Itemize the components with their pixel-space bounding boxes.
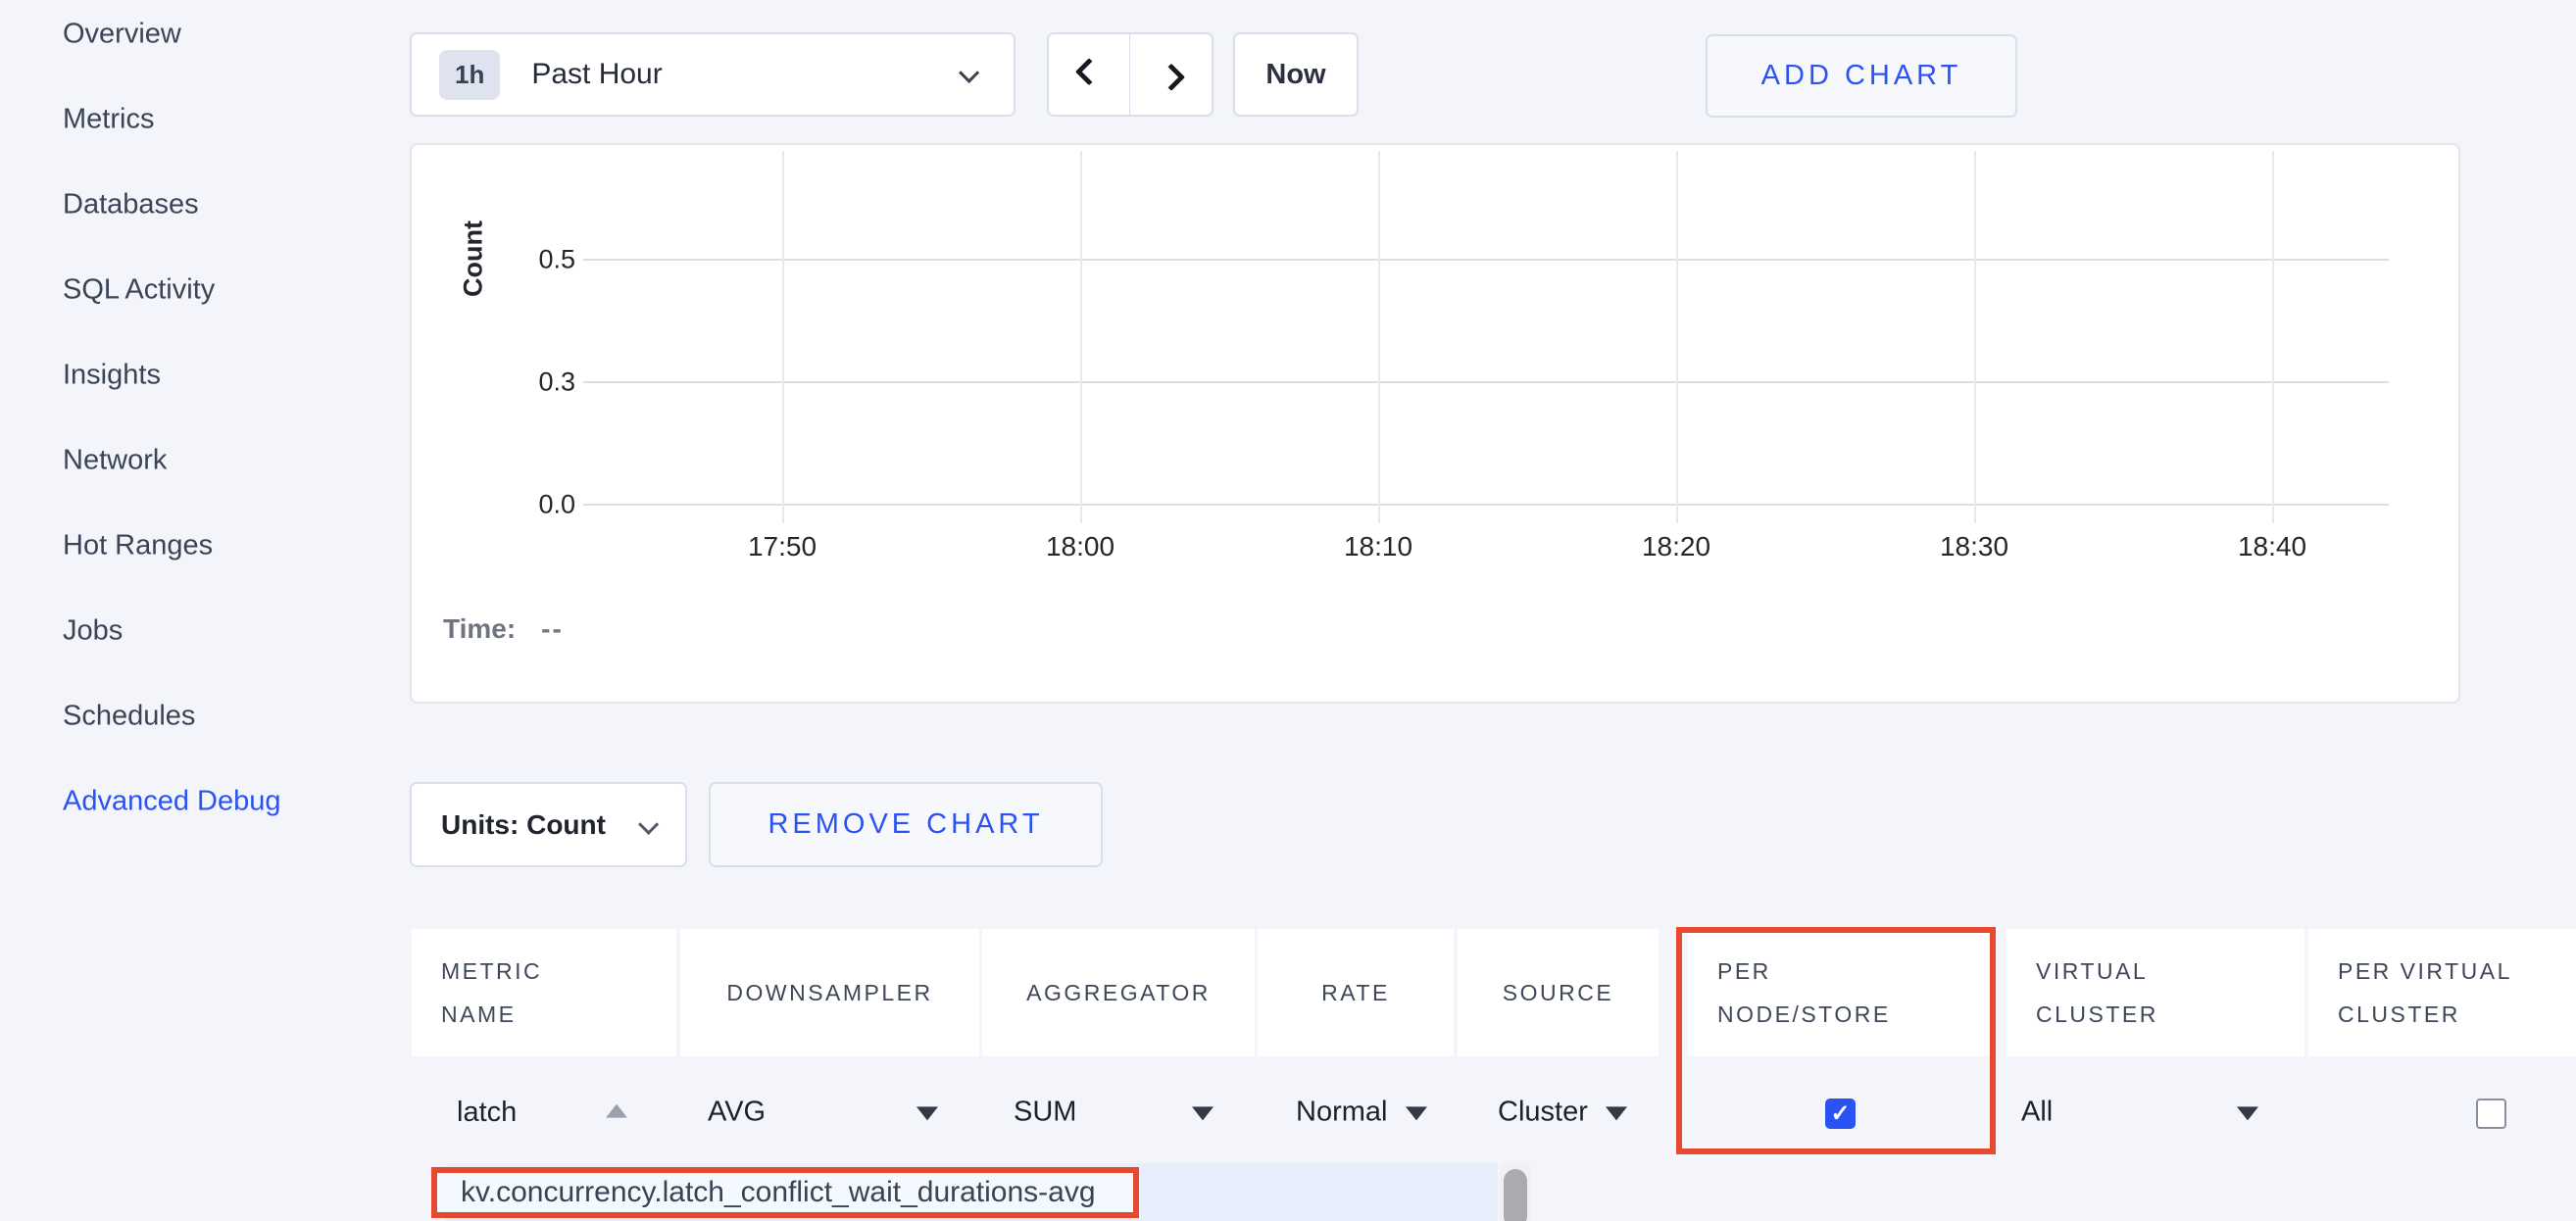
y-tick-label: 0.3 [497, 367, 575, 398]
sidebar-item-schedules[interactable]: Schedules [63, 701, 195, 733]
per-node-store-checkbox[interactable]: ✓ [1825, 1099, 1856, 1129]
column-header-downsampler: DOWNSAMPLER [680, 929, 979, 1056]
y-gridline [583, 259, 2389, 261]
triangle-up-icon[interactable] [606, 1104, 627, 1118]
sidebar-item-jobs[interactable]: Jobs [63, 615, 123, 648]
x-gridline [1378, 151, 1380, 523]
sidebar: Overview Metrics Databases SQL Activity Insi… [0, 0, 372, 1221]
x-tick-label: 18:40 [2238, 531, 2306, 562]
next-range-button[interactable] [1129, 32, 1214, 117]
time-range-selector[interactable]: 1h Past Hour [410, 32, 1016, 117]
x-gridline [1974, 151, 1976, 523]
time-range-badge: 1h [439, 50, 500, 100]
rate-select[interactable]: Normal [1296, 1097, 1387, 1129]
sidebar-item-metrics[interactable]: Metrics [63, 104, 154, 136]
x-tick-label: 18:00 [1046, 531, 1115, 562]
x-gridline [1080, 151, 1082, 523]
time-readout: Time: -- [443, 613, 564, 645]
y-gridline [583, 504, 2389, 506]
column-header-per-virtual-cluster: PER VIRTUAL CLUSTER [2308, 929, 2576, 1056]
custom-chart[interactable]: Count 0.0 0.3 0.5 17:50 18:00 18:10 18:20 18:30… [410, 143, 2460, 704]
triangle-down-icon[interactable] [1606, 1106, 1627, 1120]
sidebar-item-advanced-debug[interactable]: Advanced Debug [63, 786, 281, 818]
per-virtual-cluster-checkbox[interactable] [2476, 1099, 2506, 1129]
column-header-per-node-store: PER NODE/STORE [1688, 929, 1993, 1056]
metric-suggestion-item[interactable]: kv.concurrency.latch_conflict_wait_durat… [461, 1176, 1096, 1209]
source-select[interactable]: Cluster [1498, 1097, 1588, 1129]
x-gridline [782, 151, 784, 523]
triangle-down-icon[interactable] [2237, 1106, 2258, 1120]
remove-chart-button[interactable]: REMOVE CHART [709, 782, 1103, 867]
time-readout-value: -- [541, 613, 564, 644]
triangle-down-icon[interactable] [1192, 1106, 1214, 1120]
sidebar-item-databases[interactable]: Databases [63, 189, 199, 221]
x-tick-label: 18:20 [1642, 531, 1710, 562]
x-gridline [2272, 151, 2274, 523]
scrollbar[interactable] [1500, 1163, 1531, 1221]
virtual-cluster-select[interactable]: All [2021, 1097, 2053, 1129]
chevron-down-icon [638, 814, 659, 835]
aggregator-select[interactable]: SUM [1014, 1097, 1076, 1129]
chevron-right-icon [1157, 64, 1184, 91]
prev-range-button[interactable] [1047, 32, 1131, 117]
advanced-debug-custom-chart-page: Overview Metrics Databases SQL Activity Insi… [0, 0, 2576, 1221]
sidebar-item-overview[interactable]: Overview [63, 19, 181, 51]
chevron-down-icon [959, 63, 979, 83]
now-button[interactable]: Now [1233, 32, 1359, 117]
sidebar-item-insights[interactable]: Insights [63, 360, 161, 392]
units-dropdown[interactable]: Units: Count [410, 782, 687, 867]
sidebar-item-hot-ranges[interactable]: Hot Ranges [63, 530, 213, 562]
y-tick-label: 0.5 [497, 245, 575, 275]
sidebar-item-network[interactable]: Network [63, 445, 167, 477]
units-dropdown-label: Units: Count [441, 809, 606, 841]
column-header-metric-name: METRIC NAME [412, 929, 676, 1056]
x-tick-label: 18:10 [1344, 531, 1412, 562]
time-readout-label: Time: [443, 613, 516, 644]
y-tick-label: 0.0 [497, 490, 575, 520]
triangle-down-icon[interactable] [1406, 1106, 1427, 1120]
downsampler-select[interactable]: AVG [708, 1097, 766, 1129]
column-header-aggregator: AGGREGATOR [982, 929, 1255, 1056]
sidebar-item-sql-activity[interactable]: SQL Activity [63, 274, 215, 307]
metric-name-input[interactable] [446, 1086, 603, 1139]
column-header-rate: RATE [1258, 929, 1454, 1056]
x-tick-label: 18:30 [1940, 531, 2008, 562]
x-tick-label: 17:50 [748, 531, 817, 562]
triangle-down-icon[interactable] [916, 1106, 938, 1120]
checkmark-icon: ✓ [1830, 1099, 1850, 1128]
y-gridline [583, 381, 2389, 383]
chevron-left-icon [1075, 58, 1103, 85]
time-range-label: Past Hour [531, 58, 662, 91]
scrollbar-thumb[interactable] [1504, 1169, 1527, 1221]
add-chart-button[interactable]: ADD CHART [1706, 34, 2017, 118]
x-gridline [1676, 151, 1678, 523]
y-axis-label: Count [459, 220, 489, 297]
column-header-source: SOURCE [1458, 929, 1659, 1056]
column-header-virtual-cluster: VIRTUAL CLUSTER [2006, 929, 2304, 1056]
